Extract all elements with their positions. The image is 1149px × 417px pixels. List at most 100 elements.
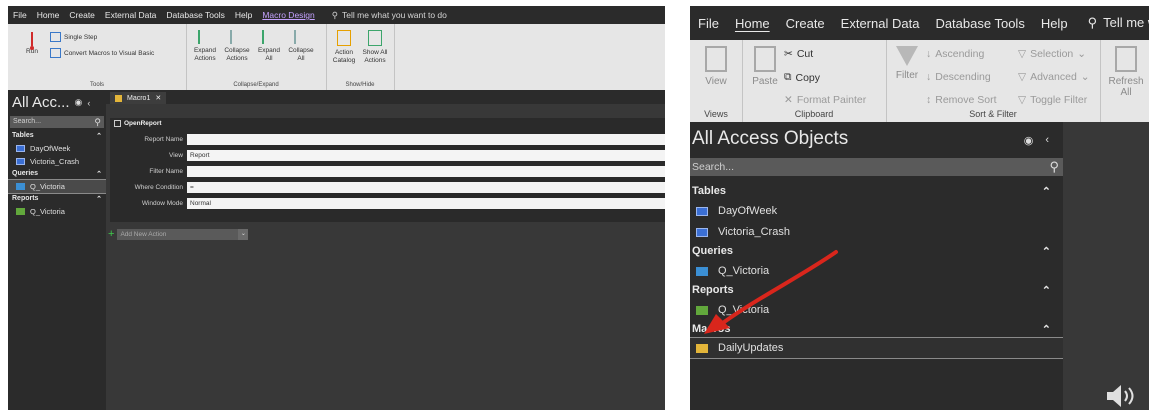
show-hide-group: Action Catalog Show All Actions Show/Hid… [326, 24, 395, 90]
collapse-all-icon [294, 30, 308, 44]
group-header-tables[interactable]: Tables ⌃ [692, 185, 1051, 198]
group-label: Queries [12, 170, 39, 177]
item-label: Victoria_Crash [30, 157, 80, 166]
tell-me-box[interactable]: ⚲ Tell me what you want to do [332, 10, 447, 21]
collapse-all-label: Collapse All [288, 47, 314, 62]
convert-macros-button[interactable]: Convert Macros to Visual Basic [50, 48, 154, 58]
menu-macro-design[interactable]: Macro Design [257, 10, 319, 20]
report-name-field[interactable] [187, 134, 665, 145]
speaker-icon[interactable] [1105, 382, 1139, 410]
list-item[interactable]: Victoria_Crash [8, 155, 106, 168]
chevron-up-icon: ⌃ [1041, 246, 1051, 258]
right-screenshot: File Home Create External Data Database … [690, 6, 1149, 410]
ascending-button[interactable]: ↓ Ascending [926, 48, 984, 60]
menu-file[interactable]: File [8, 10, 32, 20]
nav-pane-header[interactable]: All Acc... ◉ ‹ [8, 90, 106, 113]
copy-icon: ⧉ [784, 71, 792, 83]
menu-home[interactable]: Home [32, 10, 65, 20]
nav-search-input[interactable]: Search... ⚲ [690, 158, 1063, 176]
menu-help[interactable]: Help [230, 10, 257, 20]
descending-button[interactable]: ↓ Descending [926, 71, 991, 83]
arg-view: View Report [110, 150, 665, 162]
menu-home[interactable]: Home [727, 16, 778, 31]
selection-filter-icon: ▽ [1018, 48, 1027, 60]
query-icon [16, 183, 25, 190]
menu-database-tools[interactable]: Database Tools [161, 10, 229, 20]
arrow-shaft [714, 250, 838, 330]
action-catalog-button[interactable]: Action Catalog [330, 30, 358, 65]
list-item[interactable]: Q_Victoria [8, 179, 107, 194]
chevron-up-icon: ⌃ [1041, 285, 1051, 297]
single-step-label: Single Step [64, 33, 98, 41]
where-condition-field[interactable]: = [187, 182, 665, 193]
add-new-action-dropdown[interactable]: Add New Action ⌄ [117, 228, 249, 240]
toggle-filter-button[interactable]: ▽ Toggle Filter [1018, 94, 1087, 106]
nav-menu-icon[interactable]: ◉ [75, 97, 83, 108]
brush-icon: ✕ [784, 94, 793, 106]
filter-button[interactable]: Filter [892, 46, 922, 81]
expand-actions-label: Expand Actions [193, 47, 217, 62]
chevron-down-icon[interactable]: ⌄ [238, 228, 249, 240]
advanced-button[interactable]: ▽ Advanced ⌄ [1018, 71, 1090, 83]
add-new-action[interactable]: + Add New Action ⌄ [108, 228, 249, 240]
cut-button[interactable]: ✂ Cut [784, 48, 813, 60]
chevron-down-icon: ⌄ [1077, 48, 1087, 60]
menu-database-tools[interactable]: Database Tools [927, 16, 1032, 31]
list-item[interactable]: Q_Victoria [8, 205, 106, 218]
run-button[interactable]: Run [18, 32, 46, 56]
table-icon [16, 145, 25, 152]
paste-button[interactable]: Paste [748, 46, 782, 87]
list-item[interactable]: Victoria_Crash [696, 226, 790, 238]
show-all-actions-button[interactable]: Show All Actions [360, 30, 390, 65]
search-icon: ⚲ [94, 117, 101, 127]
report-icon [16, 208, 25, 215]
collapse-actions-button[interactable]: Collapse Actions [222, 30, 252, 63]
action-block: OpenReport Report Name View Report Filte… [110, 118, 665, 222]
copy-button[interactable]: ⧉ Copy [784, 71, 820, 84]
search-icon: ⚲ [331, 9, 338, 20]
tab-macro1[interactable]: Macro1 ✕ [110, 92, 167, 104]
cut-label: Cut [796, 48, 814, 60]
menu-external-data[interactable]: External Data [833, 16, 928, 31]
collapse-pane-icon[interactable]: ‹ [1045, 134, 1049, 147]
menu-file[interactable]: File [690, 16, 727, 31]
window-mode-field[interactable]: Normal [187, 198, 665, 209]
action-header[interactable]: OpenReport [114, 120, 162, 127]
expand-actions-button[interactable]: Expand Actions [190, 30, 220, 63]
collapse-all-button[interactable]: Collapse All [286, 30, 316, 63]
nav-search-input[interactable]: Search... ⚲ [10, 116, 104, 128]
remove-sort-button[interactable]: ↕ Remove Sort [926, 94, 997, 106]
close-icon[interactable]: ✕ [155, 94, 161, 102]
nav-search-placeholder: Search... [692, 161, 735, 173]
action-catalog-icon [337, 30, 351, 46]
list-item[interactable]: DayOfWeek [8, 142, 106, 155]
tell-me-box[interactable]: ⚲ Tell me wha [1080, 15, 1149, 31]
run-icon [30, 32, 34, 50]
ascending-label: Ascending [935, 48, 985, 60]
menu-help[interactable]: Help [1033, 16, 1076, 31]
list-item[interactable]: DayOfWeek [696, 205, 777, 217]
menu-external-data[interactable]: External Data [100, 10, 162, 20]
tools-group: Run Single Step Convert Macros to Visual… [8, 24, 187, 90]
view-field[interactable]: Report [187, 150, 665, 161]
group-header-queries[interactable]: Queries ⌃ [8, 168, 106, 180]
expand-all-button[interactable]: Expand All [254, 30, 284, 63]
view-icon [705, 46, 727, 72]
item-label: Victoria_Crash [718, 226, 790, 238]
view-button[interactable]: View [696, 46, 736, 87]
menu-create[interactable]: Create [778, 16, 833, 31]
filter-name-field[interactable] [187, 166, 665, 177]
collapse-pane-icon[interactable]: ‹ [87, 98, 90, 108]
collapse-box-icon[interactable] [114, 120, 121, 127]
selection-button[interactable]: ▽ Selection ⌄ [1018, 48, 1086, 60]
refresh-all-button[interactable]: Refresh All [1106, 46, 1146, 98]
single-step-button[interactable]: Single Step [50, 32, 97, 42]
format-painter-button[interactable]: ✕ Format Painter [784, 94, 866, 106]
menu-create[interactable]: Create [64, 10, 100, 20]
clipboard-group: Paste ✂ Cut ⧉ Copy ✕ Format Painter Clipboa… [742, 40, 887, 122]
navigation-pane: All Acc... ◉ ‹ Search... ⚲ Tables ⌃ DayOf… [8, 90, 107, 410]
nav-menu-icon[interactable]: ◉ [1024, 134, 1034, 147]
arg-label: View [169, 152, 183, 159]
group-header-tables[interactable]: Tables ⌃ [8, 130, 106, 142]
group-header-reports[interactable]: Reports ⌃ [8, 193, 106, 205]
